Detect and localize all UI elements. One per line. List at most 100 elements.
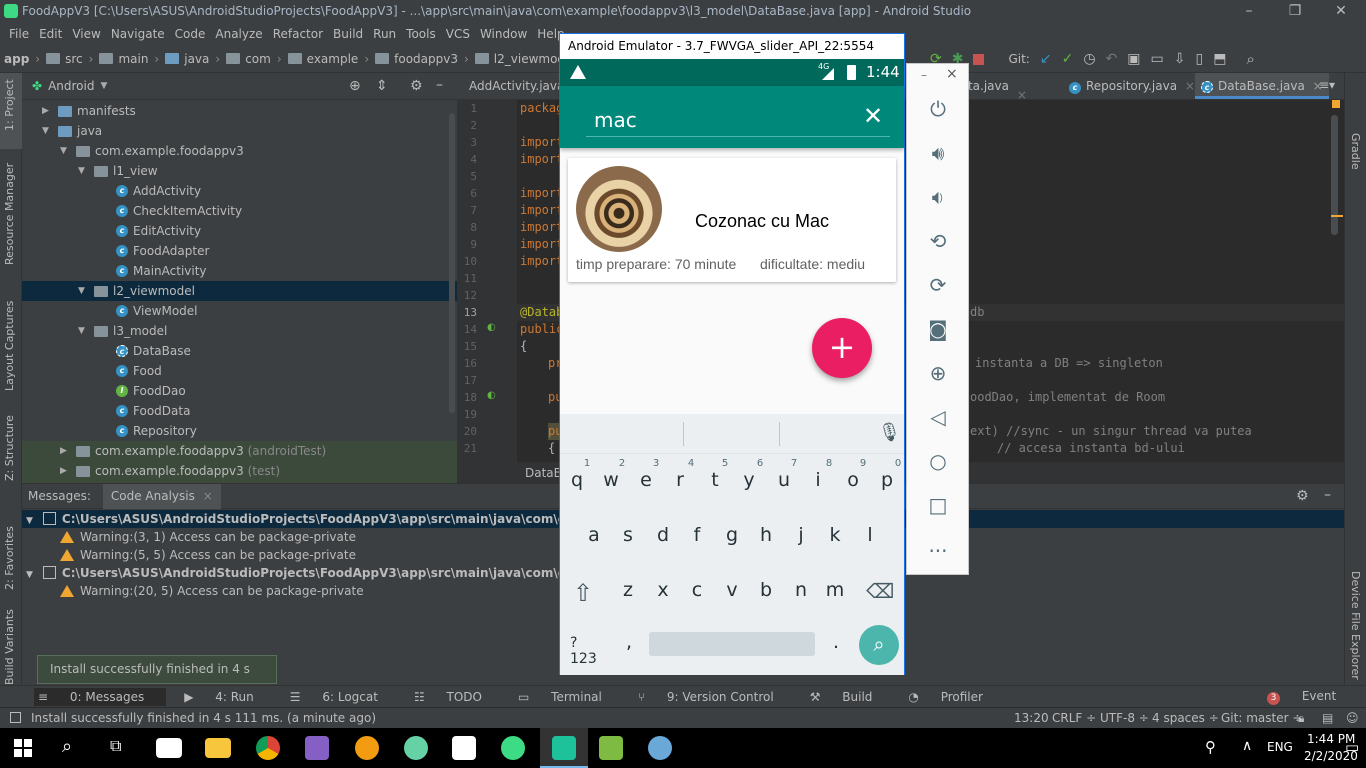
message-path-row[interactable]: ▼ C:\Users\ASUS\AndroidStudioProjects\Foo… [26,564,650,582]
tab-addactivity[interactable]: AddActivity.java [457,73,564,99]
caret-position[interactable]: 13:20 [1014,708,1049,728]
mail-icon[interactable] [156,738,182,758]
key-g[interactable]: g [717,524,747,546]
file-explorer-icon[interactable] [205,738,231,758]
crumb-example[interactable]: example [284,52,363,66]
implemented-marker-icon[interactable]: ◐ [487,322,496,333]
gear-icon[interactable]: ⚙ [410,78,423,94]
backspace-key-icon[interactable]: ⌫ [866,579,894,603]
tree-row-editactivity[interactable]: c EditActivity [116,221,201,241]
stop-icon[interactable] [973,53,985,65]
menu-build[interactable]: Build [328,27,368,41]
comma-key[interactable]: , [626,631,632,653]
crumb-main[interactable]: main [95,52,152,66]
period-key[interactable]: . [833,631,839,653]
tree-row-fooddao[interactable]: I FoodDao [116,381,186,401]
visual-studio-icon[interactable] [305,736,329,760]
tab-repository[interactable]: c Repository.java × [1069,73,1195,99]
key-d[interactable]: d [648,524,678,546]
status-message[interactable]: Install successfully finished in 4 s 111… [31,708,376,728]
line-separator[interactable]: CRLF ÷ [1052,708,1096,728]
error-stripe-mark[interactable] [1331,215,1343,217]
microphone-icon[interactable]: 🎙︎ [878,422,901,443]
key-w[interactable]: w [596,469,626,491]
minimize-emulator-button[interactable]: – [921,68,927,82]
tree-row-foodadapter[interactable]: c FoodAdapter [116,241,209,261]
message-warning-row[interactable]: Warning:(5, 5) Access can be package-pri… [60,546,356,564]
rotate-left-icon[interactable]: ⟲ [923,226,953,256]
tool-build[interactable]: ⚒ Build [810,690,891,704]
collapse-icon[interactable]: ⇕ [376,78,388,94]
close-emulator-button[interactable]: × [946,66,958,82]
volume-down-icon[interactable]: 🔉︎ [923,182,953,212]
menu-file[interactable]: File [4,27,34,41]
android-sdk-icon[interactable]: ⬒ [1213,51,1226,67]
chevron-down-icon[interactable]: ▼ [26,570,33,580]
tool-favorites[interactable]: 2: Favorites [3,526,16,590]
tree-row-addactivity[interactable]: c AddActivity [116,181,201,201]
tree-row-mainactivity[interactable]: c MainActivity [116,261,207,281]
key-p[interactable]: p [872,469,902,491]
chevron-up-icon[interactable]: ∧ [1242,738,1252,754]
key-a[interactable]: a [579,524,609,546]
menu-tools[interactable]: Tools [401,27,441,41]
tree-row-package-main[interactable]: ▼ com.example.foodappv3 [60,141,244,161]
atom-icon[interactable] [404,736,428,760]
hide-panel-icon[interactable]: – [436,77,443,93]
emulator-icon[interactable] [552,736,576,760]
tool-gradle[interactable]: Gradle [1349,133,1362,170]
search-icon[interactable]: ⌕ [62,736,72,757]
add-food-fab[interactable]: + [812,318,872,378]
key-m[interactable]: m [820,579,850,601]
tool-run[interactable]: ▶ 4: Run [184,690,272,704]
android-studio-icon[interactable] [501,736,525,760]
clear-search-icon[interactable]: ✕ [863,102,883,130]
key-x[interactable]: x [648,579,678,601]
task-view-icon[interactable]: ⧉ [110,736,121,756]
zoom-icon[interactable]: ⊕ [923,358,953,388]
crumb-src[interactable]: src [42,52,87,66]
home-icon[interactable]: ○ [923,446,953,476]
project-scrollbar[interactable] [449,113,455,413]
back-icon[interactable]: ◁ [923,402,953,432]
implemented-marker-icon[interactable]: ◐ [487,390,496,401]
status-frame-icon[interactable] [10,712,21,723]
search-icon[interactable]: ⌕ [1246,50,1254,68]
tool-layout-captures[interactable]: Layout Captures [3,301,16,391]
device-icon[interactable]: ▯ [1195,51,1203,67]
git-update-icon[interactable]: ↙ [1040,51,1052,67]
chevron-down-icon[interactable]: ▼ [26,516,33,526]
tool-build-variants[interactable]: Build Variants [3,609,16,685]
language-indicator[interactable]: ENG [1267,740,1293,754]
project-view-selector[interactable]: Android [48,79,94,93]
notifications-icon[interactable]: ☺ [1346,708,1359,728]
tree-row-java[interactable]: ▼ java [42,121,102,141]
tree-row-manifests[interactable]: ▶ manifests [42,101,136,121]
key-z[interactable]: z [613,579,643,601]
tab-fooddata[interactable]: FoodData.java × [929,73,1027,102]
tree-row-viewmodel[interactable]: c ViewModel [116,301,198,321]
more-options-icon[interactable]: ... [923,530,953,560]
project-structure-icon[interactable]: ▣ [1127,51,1140,67]
tool-profiler[interactable]: ◔ Profiler [908,690,1001,704]
crumb-foodappv3[interactable]: foodappv3 [371,52,462,66]
tree-row-checkitemactivity[interactable]: c CheckItemActivity [116,201,242,221]
key-e[interactable]: e [631,469,661,491]
key-r[interactable]: r [665,469,695,491]
tool-device-file-explorer[interactable]: Device File Explorer [1349,571,1362,680]
tool-logcat[interactable]: ☰ 6: Logcat [290,690,396,704]
history-icon[interactable]: ◷ [1083,51,1095,67]
git-commit-icon[interactable]: ✓ [1062,51,1074,67]
indent-setting[interactable]: 4 spaces ÷ [1152,708,1219,728]
tool-messages[interactable]: ≡ 0: Messages [34,687,167,706]
key-k[interactable]: k [820,524,850,546]
close-icon[interactable]: × [203,489,213,503]
space-bar[interactable] [649,632,815,656]
menu-vcs[interactable]: VCS [441,27,475,41]
key-h[interactable]: h [751,524,781,546]
key-f[interactable]: f [682,524,712,546]
editor-scrollbar[interactable] [1331,115,1338,235]
minimize-window-button[interactable]: – [1226,0,1272,23]
warning-marker-icon[interactable] [1332,100,1340,108]
locate-icon[interactable]: ⊕ [349,78,361,94]
